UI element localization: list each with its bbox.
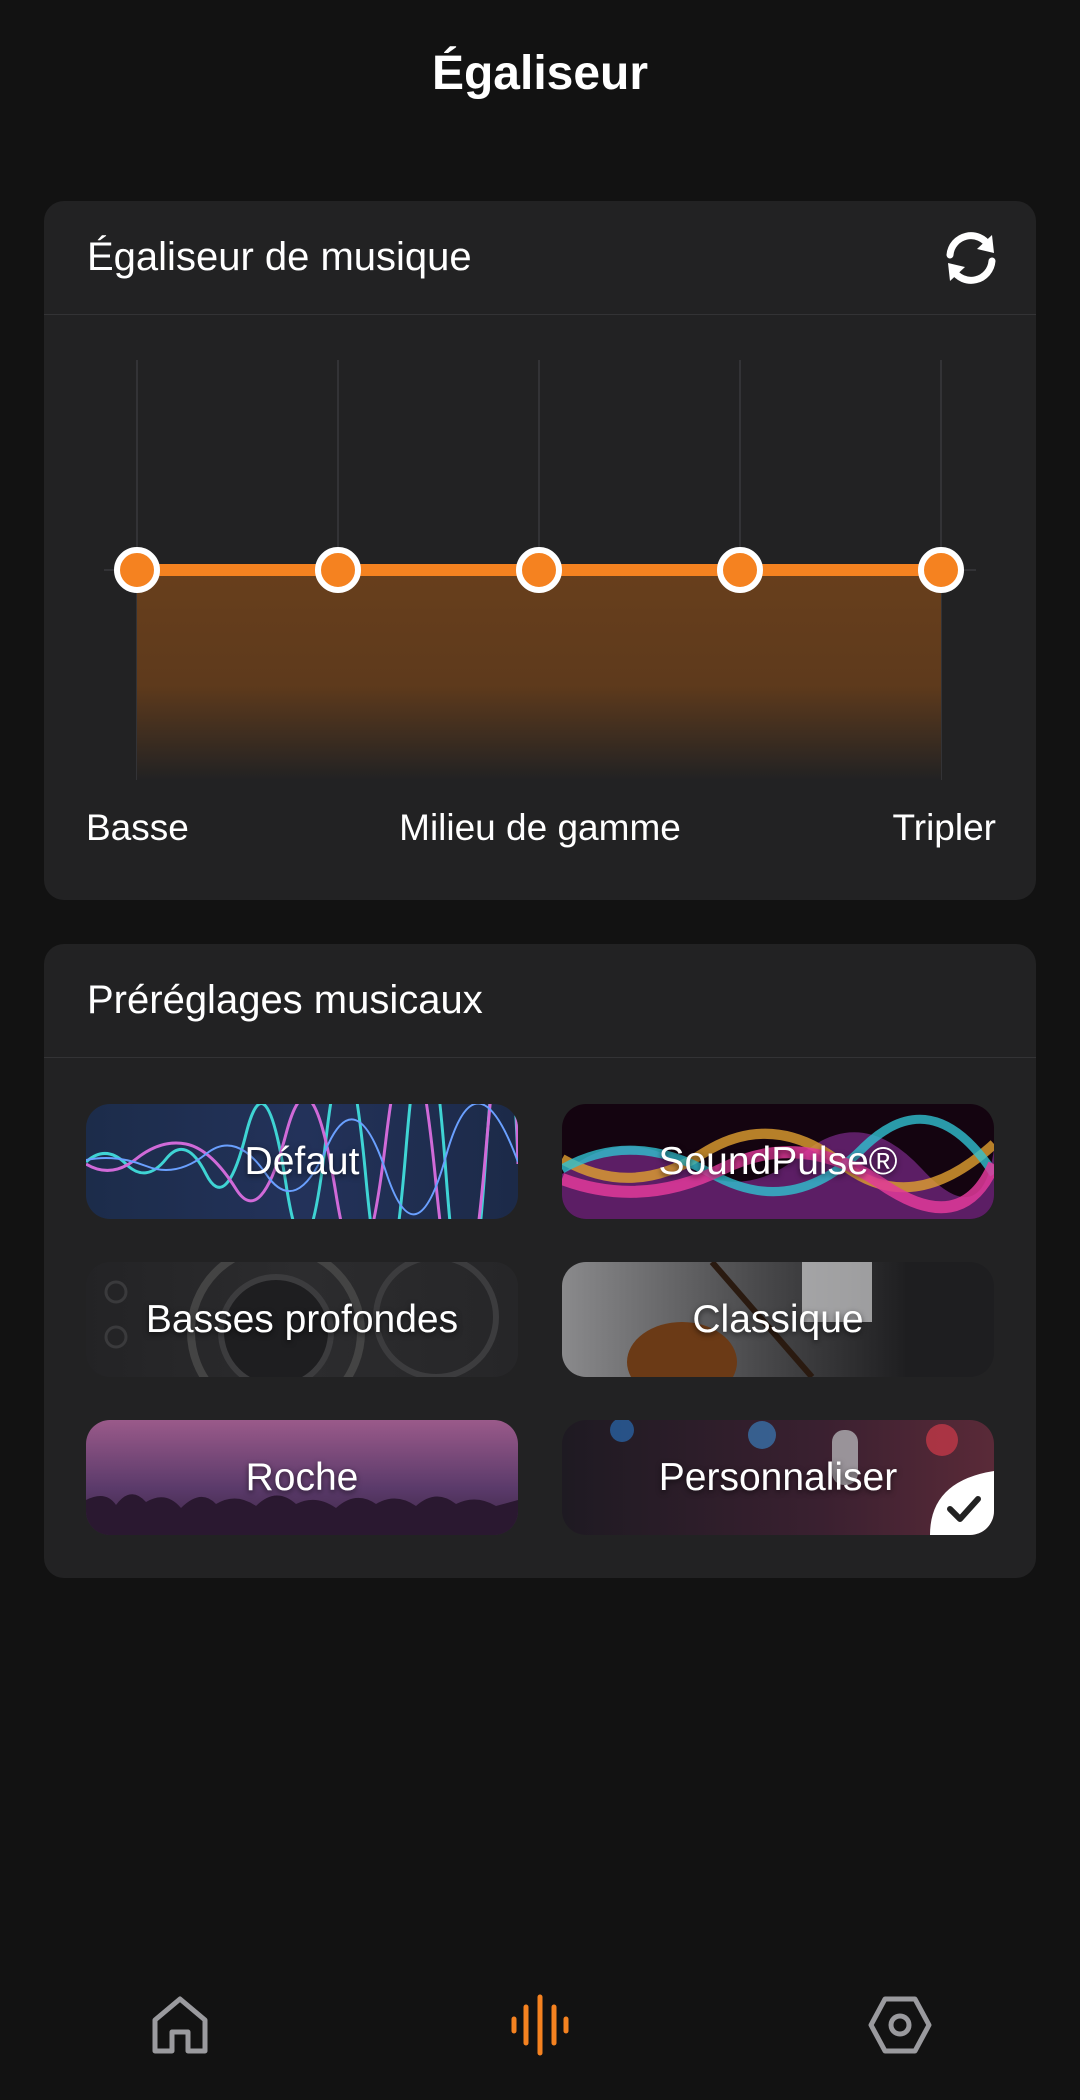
refresh-icon [946,232,996,284]
equalizer-wave-icon [511,1994,569,2056]
preset-classical[interactable]: Classique [562,1262,994,1377]
equalizer-graph [44,315,1036,795]
nav-settings[interactable] [840,1950,960,2100]
band-labels: Basse Milieu de gamme Tripler [44,807,1036,857]
band-handle-3[interactable] [516,547,562,593]
page-title: Égaliseur [431,47,649,100]
preset-label: SoundPulse® [658,1139,898,1183]
presets-card: Préréglages musicaux Défaut SoundPulse® [44,944,1036,1578]
equalizer-title: Égaliseur de musique [87,235,472,279]
preset-label: Défaut [244,1139,360,1183]
preset-deep-bass[interactable]: Basses profondes [86,1262,518,1377]
settings-hexagon-icon [868,1996,932,2054]
preset-custom[interactable]: Personnaliser [562,1420,994,1535]
preset-label: Roche [245,1455,359,1499]
preset-label: Personnaliser [658,1455,898,1499]
bottom-nav [0,1950,1080,2100]
equalizer-card-header: Égaliseur de musique [44,201,1036,315]
preset-rock[interactable]: Roche [86,1420,518,1535]
equalizer-card: Égaliseur de musique Basse Milieu de gam… [44,201,1036,900]
presets-card-header: Préréglages musicaux [44,944,1036,1058]
selected-check-icon [930,1471,994,1535]
band-handle-4[interactable] [717,547,763,593]
band-handle-1[interactable] [114,547,160,593]
preset-default[interactable]: Défaut [86,1104,518,1219]
preset-soundpulse[interactable]: SoundPulse® [562,1104,994,1219]
presets-title: Préréglages musicaux [87,978,483,1022]
band-handle-5[interactable] [918,547,964,593]
home-icon [152,1996,208,2054]
preset-label: Basses profondes [145,1297,459,1341]
band-label-mid: Milieu de gamme [399,807,681,848]
nav-home[interactable] [120,1950,240,2100]
band-handle-2[interactable] [315,547,361,593]
band-label-high: Tripler [892,807,996,848]
reset-button[interactable] [942,229,1000,287]
preset-label: Classique [692,1297,864,1341]
nav-equalizer[interactable] [480,1950,600,2100]
